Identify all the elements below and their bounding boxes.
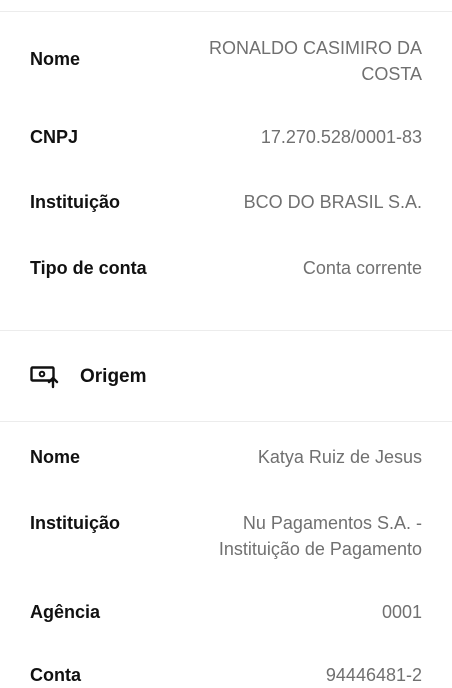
section-divider — [0, 330, 452, 331]
dest-account-type-value: Conta corrente — [302, 258, 422, 278]
origin-divider — [0, 421, 452, 422]
origin-agency-value: 0001 — [381, 602, 422, 622]
origin-institution-row: Instituição Nu Pagamentos S.A. - Institu… — [30, 510, 422, 562]
dest-institution-value: BCO DO BRASIL S.A. — [243, 192, 422, 212]
dest-cnpj-value: 17.270.528/0001-83 — [260, 127, 422, 147]
dest-name-label: Nome — [30, 49, 81, 69]
origin-name-row: Nome Katya Ruiz de Jesus — [30, 444, 422, 470]
origin-account-label: Conta — [30, 665, 81, 685]
dest-name-row: Nome RONALDO CASIMIRO DA COSTA — [30, 35, 422, 87]
origin-section-title: Origem — [80, 366, 147, 387]
origin-agency-label: Agência — [30, 602, 101, 622]
origin-name-label: Nome — [30, 447, 81, 467]
dest-cnpj-row: CNPJ 17.270.528/0001-83 — [30, 124, 422, 150]
dest-institution-label: Instituição — [30, 192, 121, 212]
origin-institution-label: Instituição — [30, 513, 121, 533]
dest-cnpj-label: CNPJ — [30, 127, 79, 147]
origin-agency-row: Agência 0001 — [30, 599, 422, 625]
origin-account-value: 94446481-2 — [325, 665, 422, 685]
origin-institution-value: Nu Pagamentos S.A. - Instituição de Paga… — [218, 513, 422, 559]
dest-account-type-row: Tipo de conta Conta corrente — [30, 255, 422, 281]
account-upload-icon — [30, 365, 62, 389]
origin-account-row: Conta 94446481-2 — [30, 662, 422, 688]
dest-institution-row: Instituição BCO DO BRASIL S.A. — [30, 189, 422, 215]
origin-section-header: Origem — [30, 362, 147, 392]
dest-name-value: RONALDO CASIMIRO DA COSTA — [208, 38, 422, 84]
origin-name-value: Katya Ruiz de Jesus — [257, 447, 422, 467]
top-divider — [0, 11, 452, 12]
dest-account-type-label: Tipo de conta — [30, 258, 147, 278]
